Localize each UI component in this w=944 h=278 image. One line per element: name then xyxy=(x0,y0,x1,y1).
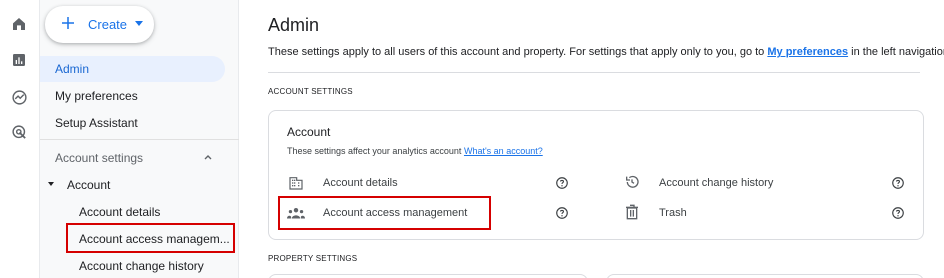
property-settings-caption: PROPERTY SETTINGS xyxy=(268,254,358,263)
caret-down-icon xyxy=(135,21,143,26)
sidebar-item-label: Admin xyxy=(55,62,90,76)
property-card xyxy=(268,274,588,278)
reports-icon[interactable] xyxy=(10,51,28,69)
property-card xyxy=(606,274,924,278)
icon-rail xyxy=(0,0,40,278)
caret-down-icon[interactable] xyxy=(48,182,54,186)
trash-icon xyxy=(623,204,641,220)
sidebar-item-setup-assistant[interactable]: Setup Assistant xyxy=(40,110,225,136)
advertising-icon[interactable] xyxy=(10,123,28,141)
history-icon xyxy=(623,174,641,190)
my-preferences-link[interactable]: My preferences xyxy=(767,46,848,58)
sidebar-subitem-account-change-history[interactable]: Account change history xyxy=(79,259,204,273)
help-icon[interactable] xyxy=(891,206,905,220)
sidebar-item-label: My preferences xyxy=(55,89,138,103)
sidebar-divider xyxy=(40,139,239,140)
card-description-text: These settings affect your analytics acc… xyxy=(287,146,462,156)
sidebar: Create Admin My preferences Setup Assist… xyxy=(40,0,239,278)
description-suffix: in the left navigation. xyxy=(851,46,944,58)
sidebar-item-label: Setup Assistant xyxy=(55,116,138,130)
highlight-box xyxy=(66,223,235,253)
create-button[interactable]: Create xyxy=(45,6,154,43)
help-icon[interactable] xyxy=(555,176,569,190)
trash-row[interactable]: Trash xyxy=(659,207,687,219)
page-title: Admin xyxy=(268,15,320,35)
account-settings-caption: ACCOUNT SETTINGS xyxy=(268,87,353,96)
highlight-box xyxy=(278,196,491,230)
chevron-up-icon[interactable] xyxy=(203,152,213,162)
account-settings-section-header[interactable]: Account settings xyxy=(55,151,143,165)
create-label: Create xyxy=(88,17,128,32)
sidebar-subitem-account-details[interactable]: Account details xyxy=(79,205,160,219)
sidebar-group-account[interactable]: Account xyxy=(67,178,110,192)
page-description: These settings apply to all users of thi… xyxy=(268,46,944,58)
plus-icon xyxy=(62,17,74,29)
main-content: Admin These settings apply to all users … xyxy=(240,0,944,278)
sidebar-item-my-preferences[interactable]: My preferences xyxy=(40,83,225,109)
divider xyxy=(268,72,920,73)
building-icon xyxy=(287,175,305,191)
card-description: These settings affect your analytics acc… xyxy=(287,146,543,156)
whats-an-account-link[interactable]: What's an account? xyxy=(464,146,543,156)
help-icon[interactable] xyxy=(555,206,569,220)
help-icon[interactable] xyxy=(891,176,905,190)
account-change-history-row[interactable]: Account change history xyxy=(659,177,773,189)
home-icon[interactable] xyxy=(10,15,28,33)
description-text: These settings apply to all users of thi… xyxy=(268,46,765,58)
card-title: Account xyxy=(287,125,331,139)
explore-icon[interactable] xyxy=(10,88,28,106)
account-details-row[interactable]: Account details xyxy=(323,177,398,189)
sidebar-item-admin[interactable]: Admin xyxy=(40,56,225,82)
